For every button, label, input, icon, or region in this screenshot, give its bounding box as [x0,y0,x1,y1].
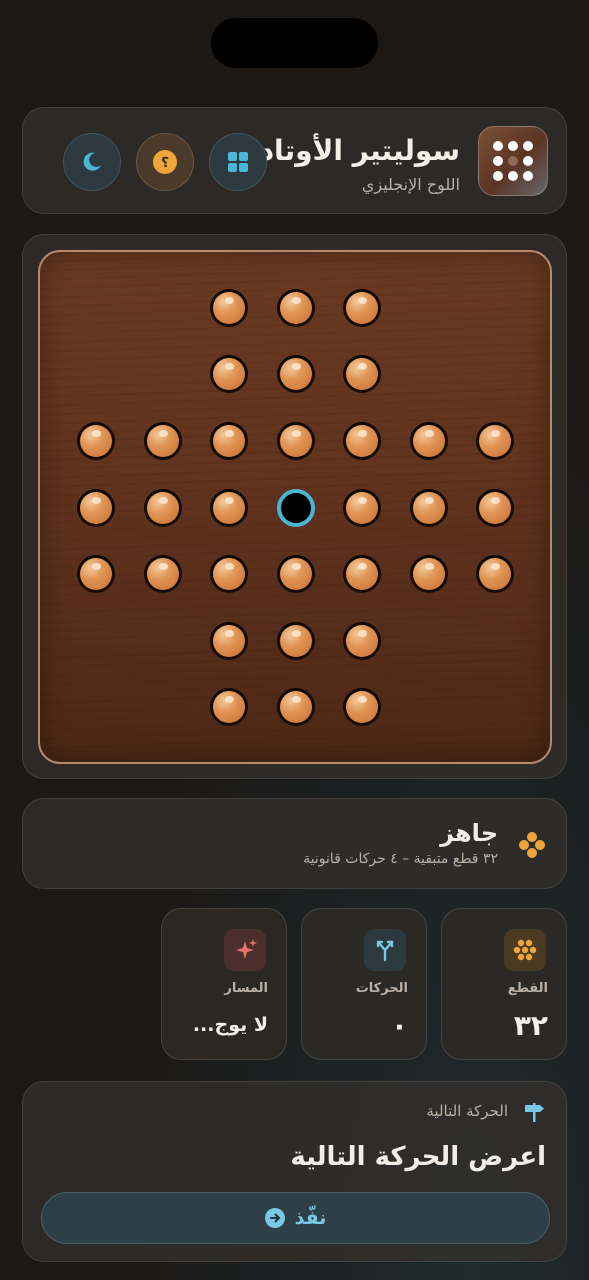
arrow-right-icon [264,1208,285,1228]
peg[interactable] [77,422,115,460]
pegs-icon [504,929,546,971]
sparkle-icon [224,929,266,971]
stat-moves: الحركات ٠ [301,908,427,1060]
board-card [22,234,567,779]
stat-value: ٣٢ [513,1009,548,1042]
peg[interactable] [144,489,182,527]
peg[interactable] [277,688,315,726]
peg[interactable] [343,289,381,327]
peg[interactable] [277,289,315,327]
help-button[interactable]: ؟ [136,133,194,191]
status-title: جاهز [440,819,498,847]
peg[interactable] [343,355,381,393]
peg[interactable] [277,422,315,460]
peg[interactable] [343,622,381,660]
peg[interactable] [410,422,448,460]
peg[interactable] [410,555,448,593]
peg[interactable] [343,555,381,593]
peg[interactable] [476,422,514,460]
stat-label: المسار [224,981,268,996]
grid-icon [228,152,248,172]
peg[interactable] [476,489,514,527]
peg[interactable] [343,422,381,460]
app-icon [478,126,548,196]
help-icon: ؟ [153,150,177,174]
camera-notch [211,18,378,68]
moon-icon [83,152,101,171]
peg[interactable] [144,422,182,460]
peg[interactable] [210,555,248,593]
peg[interactable] [77,489,115,527]
dark-mode-button[interactable] [63,133,121,191]
peg[interactable] [210,622,248,660]
signpost-icon [525,1103,544,1122]
peg-board [38,250,552,764]
stat-path: المسار لا يوج... [161,908,287,1060]
peg[interactable] [77,555,115,593]
stat-label: القطع [507,981,548,996]
peg[interactable] [210,688,248,726]
peg[interactable] [210,355,248,393]
stat-value: لا يوج... [192,1014,268,1036]
next-move-title: اعرض الحركة التالية [290,1142,546,1172]
board-select-button[interactable] [209,133,267,191]
stat-value: ٠ [390,1009,408,1042]
peg[interactable] [210,289,248,327]
peg[interactable] [343,489,381,527]
peg[interactable] [277,555,315,593]
status-card: جاهز ٣٢ قطع متبقية – ٤ حركات قانونية [22,798,567,889]
status-subtitle: ٣٢ قطع متبقية – ٤ حركات قانونية [303,851,498,867]
pegs-cluster-icon [519,832,545,858]
peg[interactable] [144,555,182,593]
next-move-label: الحركة التالية [426,1102,508,1120]
app-title: سوليتير الأوتاد [259,134,460,167]
svg-text:؟: ؟ [161,155,169,171]
app-subtitle: اللوح الإنجليزي [361,175,460,194]
stat-label: الحركات [355,981,408,996]
next-move-card: الحركة التالية اعرض الحركة التالية نفّذ [22,1081,567,1262]
peg[interactable] [210,489,248,527]
execute-button[interactable]: نفّذ [41,1192,550,1244]
peg[interactable] [476,555,514,593]
peg[interactable] [277,622,315,660]
header-card: سوليتير الأوتاد اللوح الإنجليزي ؟ [22,107,567,214]
moves-icon [364,929,406,971]
stat-pegs: القطع ٣٢ [441,908,567,1060]
peg[interactable] [210,422,248,460]
peg[interactable] [343,688,381,726]
peg[interactable] [277,355,315,393]
peg[interactable] [410,489,448,527]
execute-button-label: نفّذ [294,1207,327,1229]
empty-hole[interactable] [277,489,315,527]
